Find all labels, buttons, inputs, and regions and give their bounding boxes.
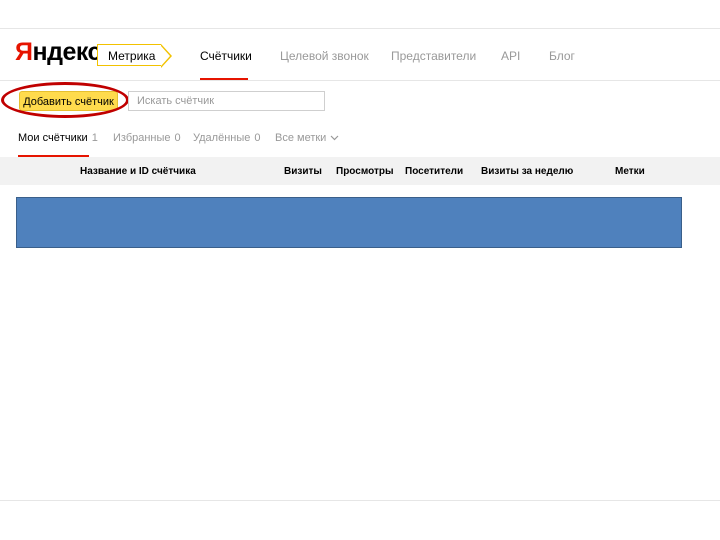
metrika-product-tag[interactable]: Метрика [97,44,172,68]
tab-my-counters[interactable]: Мои счётчики 1 [18,132,98,144]
tab-count: 1 [91,132,98,144]
table-header: Название и ID счётчика Визиты Просмотры … [0,157,720,185]
nav-counters[interactable]: Счётчики [200,49,252,63]
chevron-down-icon [330,133,339,143]
tab-label: Мои счётчики [18,132,88,144]
header-divider [0,80,720,81]
bottom-border [0,500,720,501]
logo-first-letter: Я [15,38,33,66]
column-header-views[interactable]: Просмотры [336,166,394,177]
nav-target-call[interactable]: Целевой звонок [280,49,369,63]
column-header-labels[interactable]: Метки [615,166,645,177]
column-header-weekly-visits[interactable]: Визиты за неделю [481,166,573,177]
highlight-circle [1,82,129,118]
search-counter-input[interactable] [128,91,325,111]
column-header-name[interactable]: Название и ID счётчика [80,166,196,177]
nav-representatives[interactable]: Представители [391,49,476,63]
tab-deleted[interactable]: Удалённые 0 [193,132,261,144]
tab-label: Удалённые [193,132,251,144]
tab-all-labels[interactable]: Все метки [275,132,339,144]
column-header-visits[interactable]: Визиты [284,166,322,177]
top-border [0,28,720,29]
yandex-logo[interactable]: Яндекс [15,38,101,67]
tab-count: 0 [174,132,181,144]
tab-favorites[interactable]: Избранные 0 [113,132,181,144]
nav-blog[interactable]: Блог [549,49,575,63]
column-header-visitors[interactable]: Посетители [405,166,463,177]
tab-label: Избранные [113,132,171,144]
nav-api[interactable]: API [501,49,520,63]
tab-label: Все метки [275,132,327,144]
tab-count: 0 [254,132,261,144]
logo-rest: ндекс [32,38,101,66]
counter-row-placeholder [16,197,682,248]
